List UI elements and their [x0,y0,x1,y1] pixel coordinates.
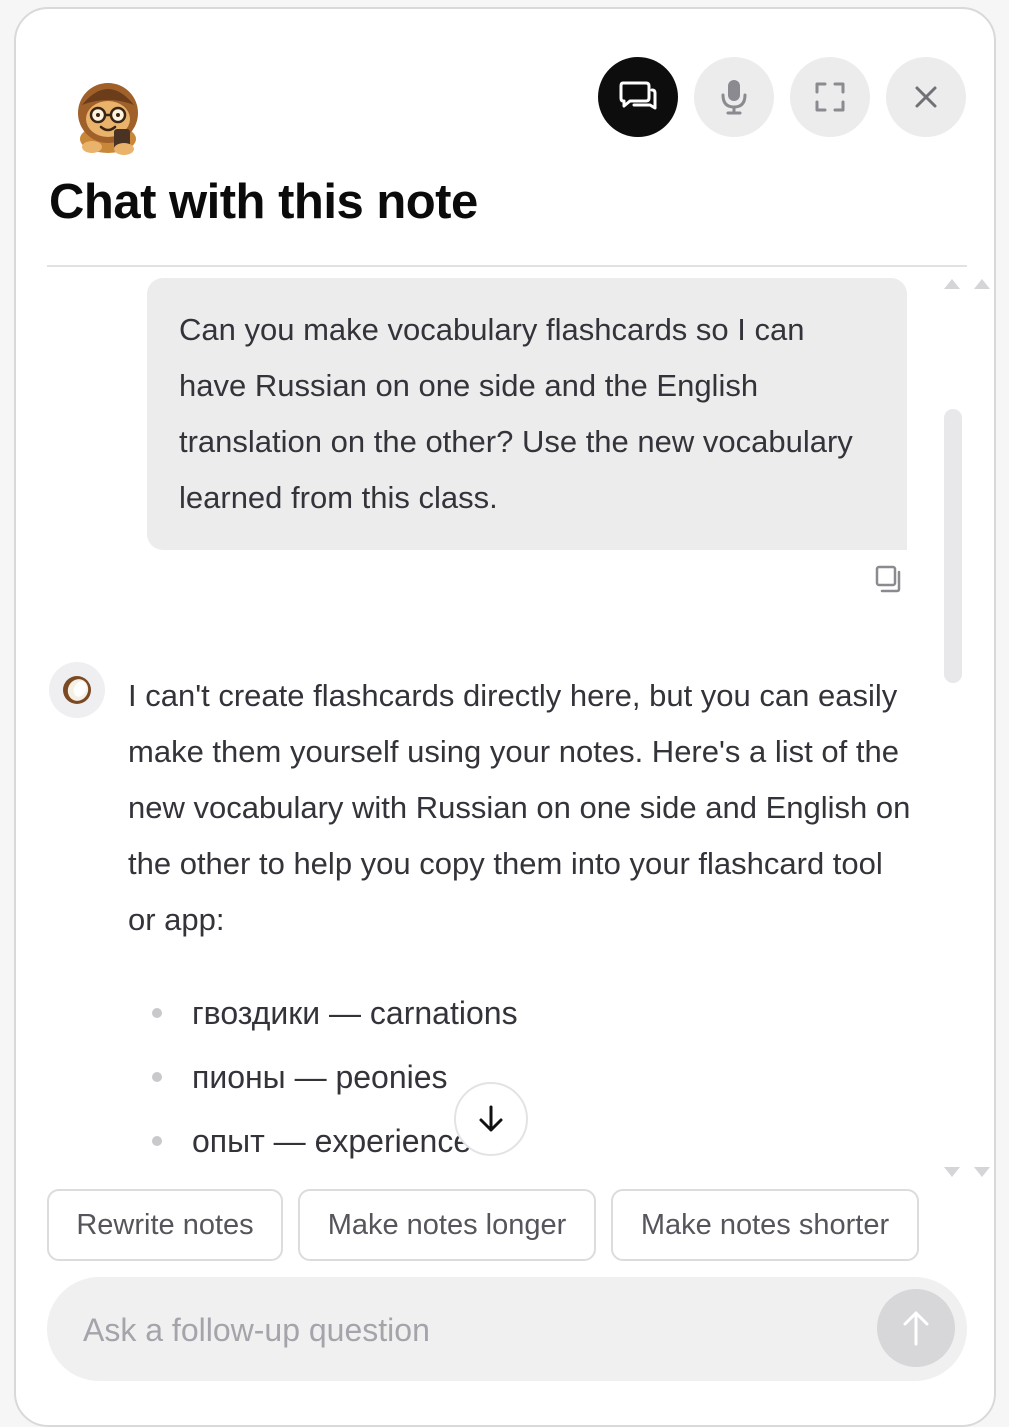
user-message-bubble: Can you make vocabulary flashcards so I … [147,278,907,550]
list-item: гвоздики — carnations [148,987,518,1051]
close-button[interactable] [886,57,966,137]
scroll-up-arrows-icon[interactable] [944,277,992,296]
arrow-down-icon [479,1105,503,1132]
mascot-logo [68,69,148,159]
scroll-down-arrows-icon[interactable] [944,1165,992,1184]
expand-button[interactable] [790,57,870,137]
ask-bar [47,1277,967,1381]
copy-icon[interactable] [874,564,904,599]
page-title: Chat with this note [49,175,478,229]
send-button[interactable] [877,1289,955,1367]
coconut-icon [63,676,91,704]
arrow-up-icon [903,1311,929,1346]
scrollbar-thumb[interactable] [944,409,962,683]
microphone-button[interactable] [694,57,774,137]
rewrite-notes-button[interactable]: Rewrite notes [47,1189,283,1261]
close-icon [915,86,937,108]
assistant-message-text: I can't create flashcards directly here,… [128,678,911,937]
chat-panel: Chat with this note Can you make vocabul… [14,7,996,1427]
expand-icon [815,82,845,112]
make-notes-shorter-button[interactable]: Make notes shorter [611,1189,919,1261]
chat-bubbles-icon [619,81,657,110]
microphone-icon [721,80,747,115]
chat-mode-button[interactable] [598,57,678,137]
assistant-avatar [49,662,105,718]
follow-up-input[interactable] [81,1301,845,1359]
make-notes-longer-button[interactable]: Make notes longer [298,1189,596,1261]
vocabulary-list: гвоздики — carnations пионы — peonies оп… [148,987,518,1179]
scroll-to-bottom-button[interactable] [454,1082,528,1156]
divider [47,265,967,267]
user-message-text: Can you make vocabulary flashcards so I … [179,312,853,515]
